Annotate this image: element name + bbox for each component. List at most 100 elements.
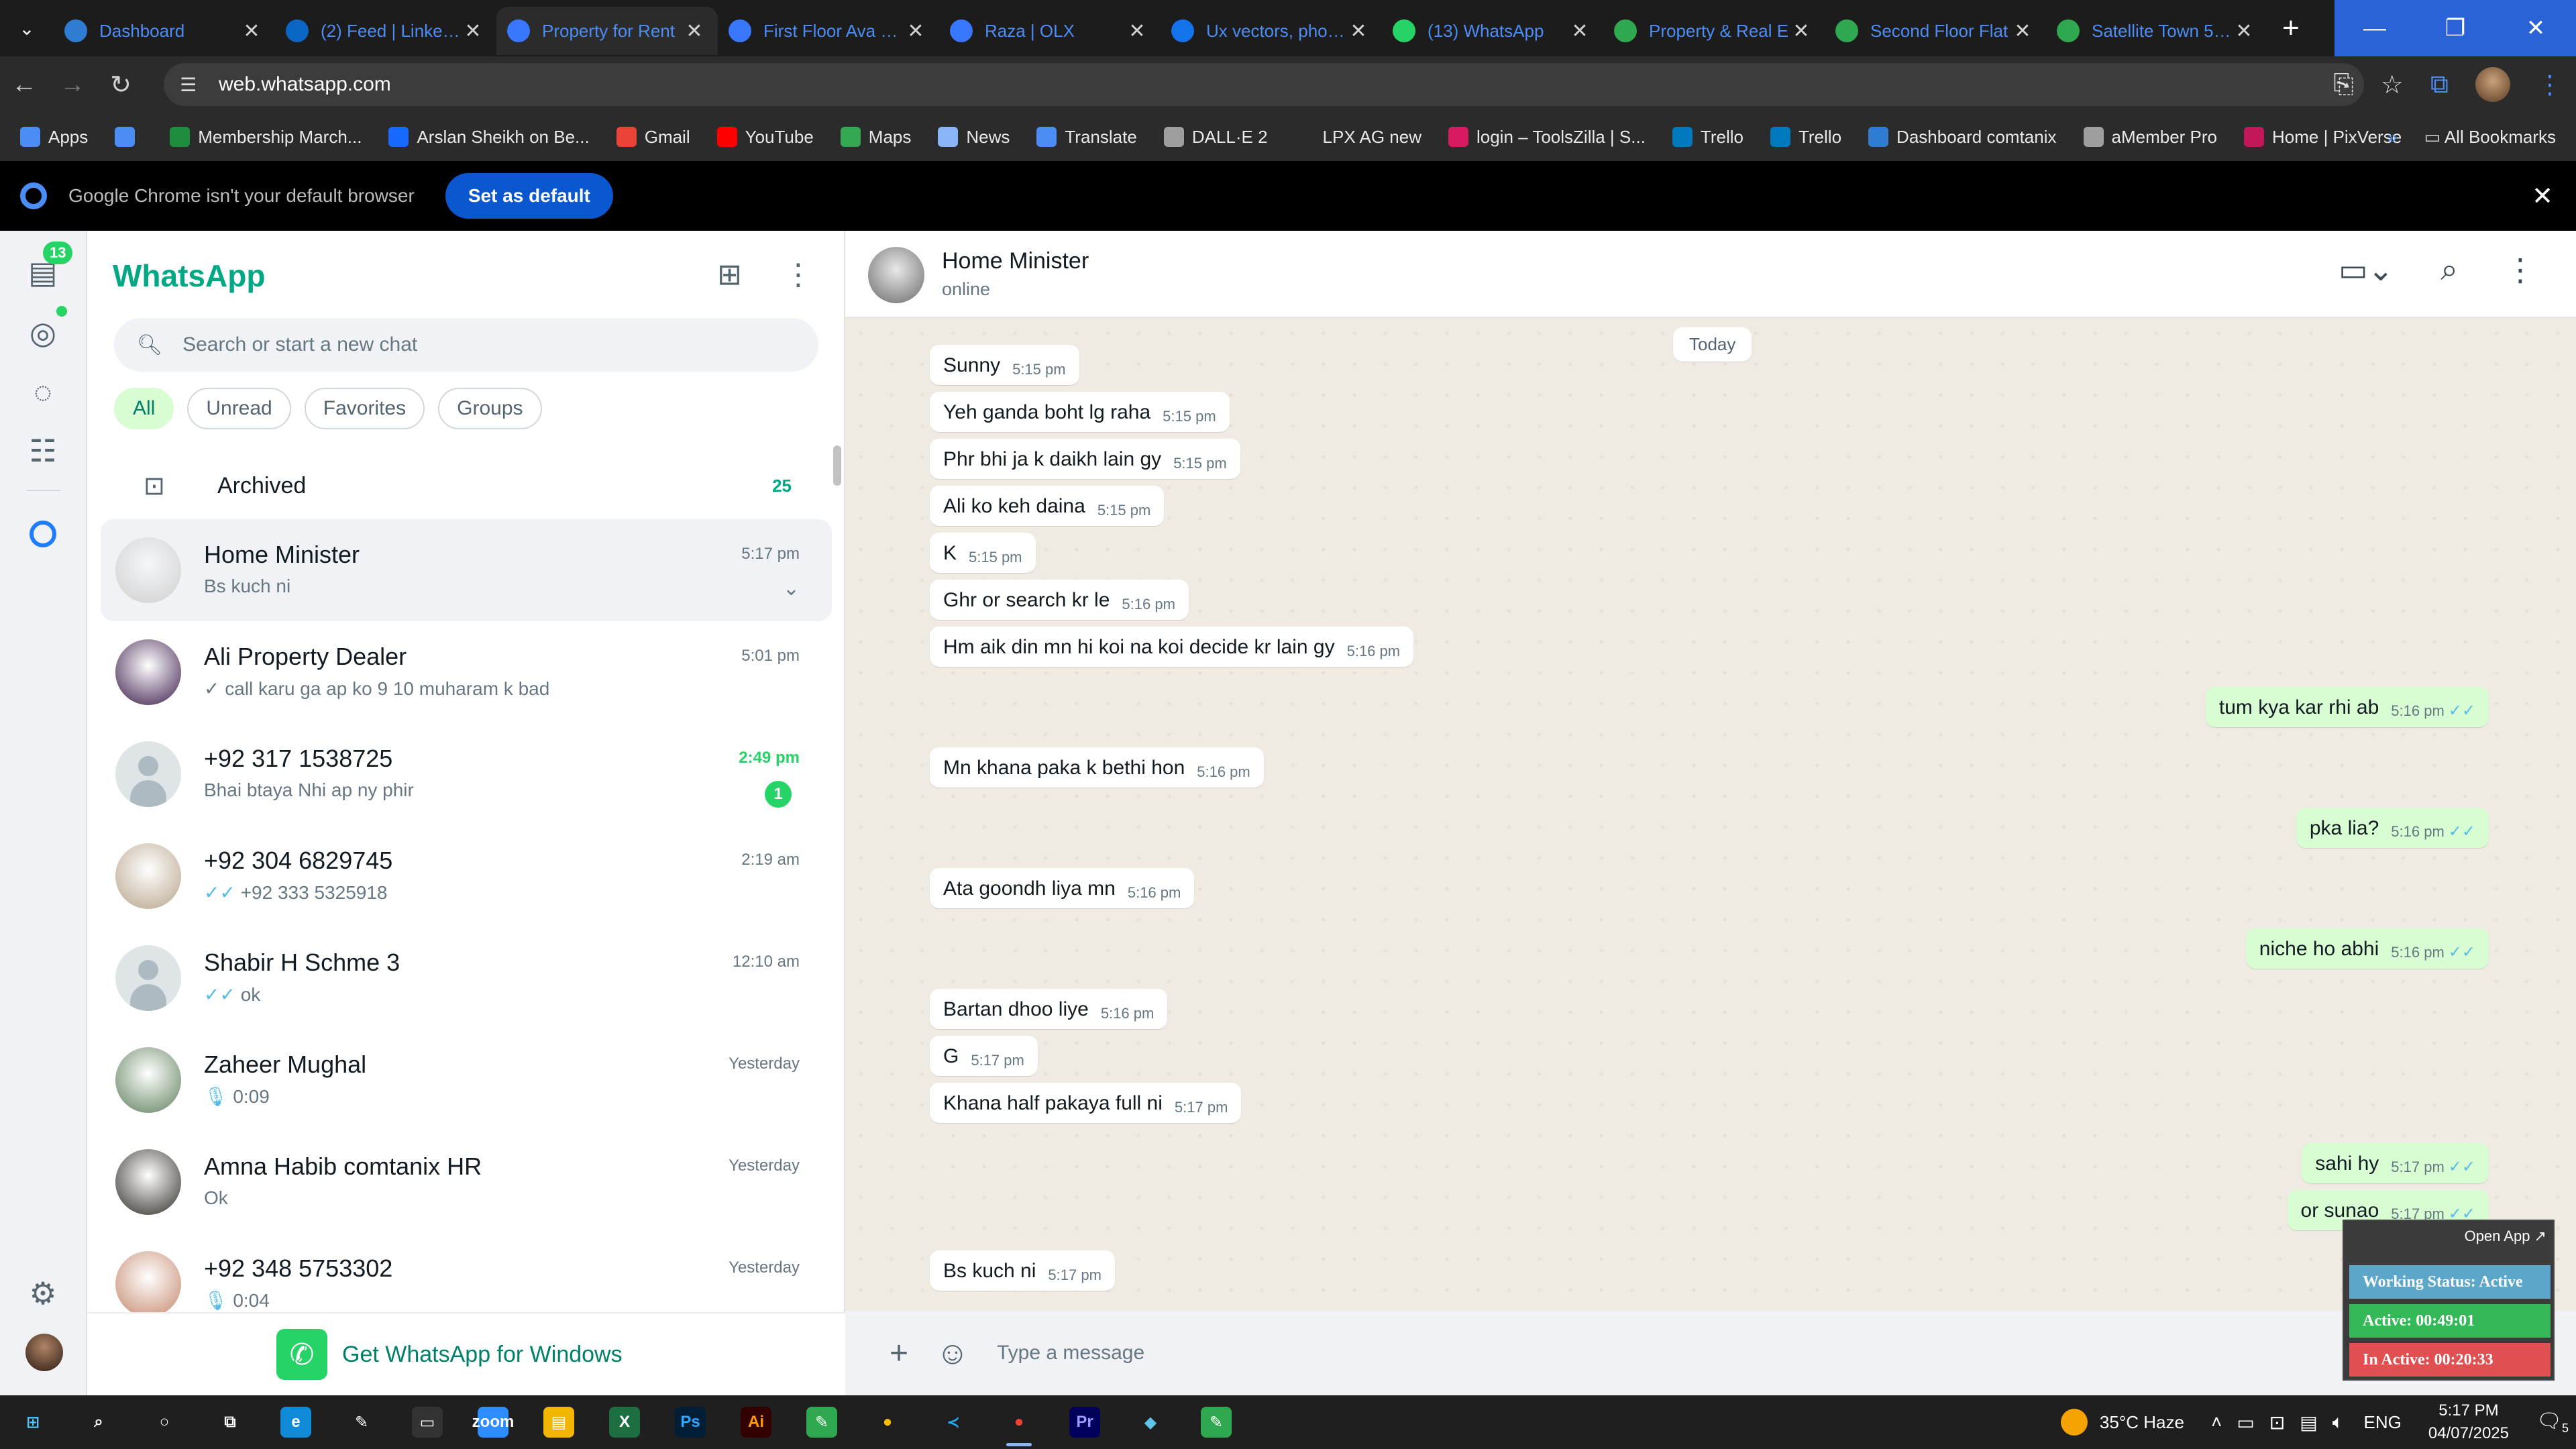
taskbar-search-icon[interactable]: ⌕ [66,1395,131,1449]
chat-list-item[interactable]: Ali Property Dealer ✓ call karu ga ap ko … [101,621,832,723]
tab-close-icon[interactable]: ✕ [683,19,706,43]
taskbar-photoshop-icon[interactable]: Ps [657,1395,723,1449]
taskbar-task-view-icon[interactable]: ⧉ [197,1395,263,1449]
browser-tab[interactable]: Dashboard ✕ [54,7,275,55]
incoming-message[interactable]: G 5:17 pm [930,1036,1038,1076]
my-profile-avatar[interactable] [25,1334,63,1371]
bookmark-item[interactable]: Trello [1770,127,1841,148]
address-bar[interactable]: ☰ web.whatsapp.com [164,63,2364,106]
bookmark-item[interactable]: Membership March... [170,127,362,148]
chat-list-item[interactable]: Zaheer Mughal 🎙︎ 0:09 Yesterday [101,1029,832,1131]
speaker-icon[interactable]: 🔈︎ [2332,1411,2344,1434]
chat-avatar[interactable] [115,741,181,807]
incoming-message[interactable]: Khana half pakaya full ni 5:17 pm [930,1083,1242,1123]
chat-avatar[interactable] [115,1149,181,1215]
contact-avatar[interactable] [868,247,924,303]
bookmark-item[interactable]: YouTube [716,127,814,148]
taskbar-green-app-icon[interactable]: ✎ [789,1395,855,1449]
incoming-message[interactable]: Sunny 5:15 pm [930,345,1079,385]
incoming-message[interactable]: Ata goondh liya mn 5:16 pm [930,868,1195,908]
taskbar-start-icon[interactable]: ⊞ [0,1395,66,1449]
taskbar-blue-app-icon[interactable]: ◆ [1118,1395,1183,1449]
bookmark-item[interactable]: LPX AG new [1294,127,1421,148]
conversation-menu-icon[interactable]: ⋮ [2505,252,2536,288]
taskbar-terminal-icon[interactable]: ▭ [394,1395,460,1449]
browser-tab[interactable]: (13) WhatsApp ✕ [1382,7,1603,55]
sidebar-scrollbar[interactable] [833,445,841,486]
tab-close-icon[interactable]: ✕ [904,19,927,43]
tab-close-icon[interactable]: ✕ [2011,19,2034,43]
browser-tab[interactable]: Second Floor Flat ✕ [1825,7,2046,55]
chat-list-item[interactable]: Shabir H Schme 3 ✓✓ ok 12:10 am [101,927,832,1029]
taskbar-file-explorer-icon[interactable]: ▤ [526,1395,592,1449]
incoming-message[interactable]: Bartan dhoo liye 5:16 pm [930,989,1168,1029]
chat-avatar[interactable] [115,639,181,705]
bookmark-item[interactable]: aMember Pro [2083,127,2217,148]
search-messages-icon[interactable]: ⌕ [2440,251,2458,288]
archived-row[interactable]: ⊡ Archived 25 [114,452,818,519]
taskbar-zoom-icon[interactable]: zoom [460,1395,526,1449]
chat-list-item[interactable]: Amna Habib comtanix HR Ok Yesterday [101,1131,832,1233]
sticker-icon[interactable]: ☺ [926,1335,979,1372]
taskbar-edge-icon[interactable]: e [263,1395,329,1449]
chat-avatar[interactable] [115,537,181,603]
tab-close-icon[interactable]: ✕ [1126,19,1148,43]
attach-icon[interactable]: + [872,1335,926,1372]
tab-close-icon[interactable]: ✕ [1568,19,1591,43]
close-window-button[interactable]: ✕ [2496,0,2576,56]
taskbar-chrome-icon[interactable]: ● [855,1395,920,1449]
browser-tab[interactable]: Satellite Town 5 M ✕ [2046,7,2267,55]
meta-ai-icon[interactable] [24,515,62,553]
incoming-message[interactable]: Ali ko keh daina 5:15 pm [930,486,1165,526]
outgoing-message[interactable]: sahi hy 5:17 pm ✓✓ [2302,1143,2489,1183]
more-bookmarks-icon[interactable]: » [2387,127,2397,148]
bookmark-item[interactable]: Home | PixVerse [2244,127,2402,148]
wifi-icon[interactable]: ▤ [2300,1411,2317,1434]
incoming-message[interactable]: Hm aik din mn hi koi na koi decide kr la… [930,627,1414,667]
bookmark-item[interactable]: Trello [1672,127,1743,148]
bookmark-item[interactable]: Translate [1036,127,1137,148]
browser-tab[interactable]: Property for Rent ✕ [496,7,718,55]
network-status-icon[interactable]: ⊡ [2269,1411,2285,1434]
chat-avatar[interactable] [115,945,181,1011]
filter-chip-unread[interactable]: Unread [187,388,291,429]
chat-avatar[interactable] [115,1047,181,1113]
communities-icon[interactable]: ☷ [24,432,62,470]
message-input[interactable] [997,1326,2406,1380]
tab-close-icon[interactable]: ✕ [240,19,263,43]
chevron-up-icon[interactable]: ˄ [2211,1411,2222,1434]
tab-close-icon[interactable]: ✕ [1347,19,1370,43]
taskbar-pen-icon[interactable]: ✎ [329,1395,394,1449]
forward-button[interactable]: → [48,56,97,113]
bookmark-item[interactable]: DALL·E 2 [1163,127,1268,148]
browser-tab[interactable]: (2) Feed | LinkedIn ✕ [275,7,496,55]
filter-chip-groups[interactable]: Groups [438,388,542,429]
back-button[interactable]: ← [0,56,48,113]
all-bookmarks-folder[interactable]: ▭ All Bookmarks [2424,127,2556,148]
tab-close-icon[interactable]: ✕ [2233,19,2255,43]
site-info-icon[interactable]: ☰ [180,74,207,96]
chrome-menu-icon[interactable]: ⋮ [2537,70,2563,100]
bookmark-item[interactable]: Gmail [616,127,690,148]
channels-icon[interactable]: ◌ [24,373,62,411]
tab-search-dropdown[interactable]: ⌄ [0,0,54,56]
taskbar-vscode-icon[interactable]: ≺ [920,1395,986,1449]
get-app-banner[interactable]: ✆ Get WhatsApp for Windows [87,1312,845,1395]
incoming-message[interactable]: Ghr or search kr le 5:16 pm [930,580,1189,620]
bookmark-item[interactable]: Dashboard comtanix [1868,127,2057,148]
settings-icon[interactable]: ⚙ [24,1275,62,1312]
open-app-link[interactable]: Open App ↗ [2465,1228,2546,1245]
language-indicator[interactable]: ENG [2364,1412,2402,1433]
chat-list-item[interactable]: +92 304 6829745 ✓✓ +92 333 5325918 2:19 am [101,825,832,927]
outgoing-message[interactable]: niche ho abhi 5:16 pm ✓✓ [2245,928,2489,969]
conversation-header[interactable]: Home Minister online ▭⌄ ⌕ ⋮ [845,231,2576,318]
chevron-down-icon[interactable]: ⌄ [783,577,800,600]
chat-avatar[interactable] [115,843,181,909]
outgoing-message[interactable]: pka lia? 5:16 pm ✓✓ [2296,808,2489,848]
reload-button[interactable]: ↻ [97,56,145,113]
taskbar-green-app-2-icon[interactable]: ✎ [1183,1395,1249,1449]
clock[interactable]: 5:17 PM 04/07/2025 [2428,1399,2509,1445]
incoming-message[interactable]: Bs kuch ni 5:17 pm [930,1250,1115,1291]
incoming-message[interactable]: K 5:15 pm [930,533,1036,573]
chat-list-item[interactable]: Home Minister Bs kuch ni 5:17 pm ⌄ [101,519,832,621]
